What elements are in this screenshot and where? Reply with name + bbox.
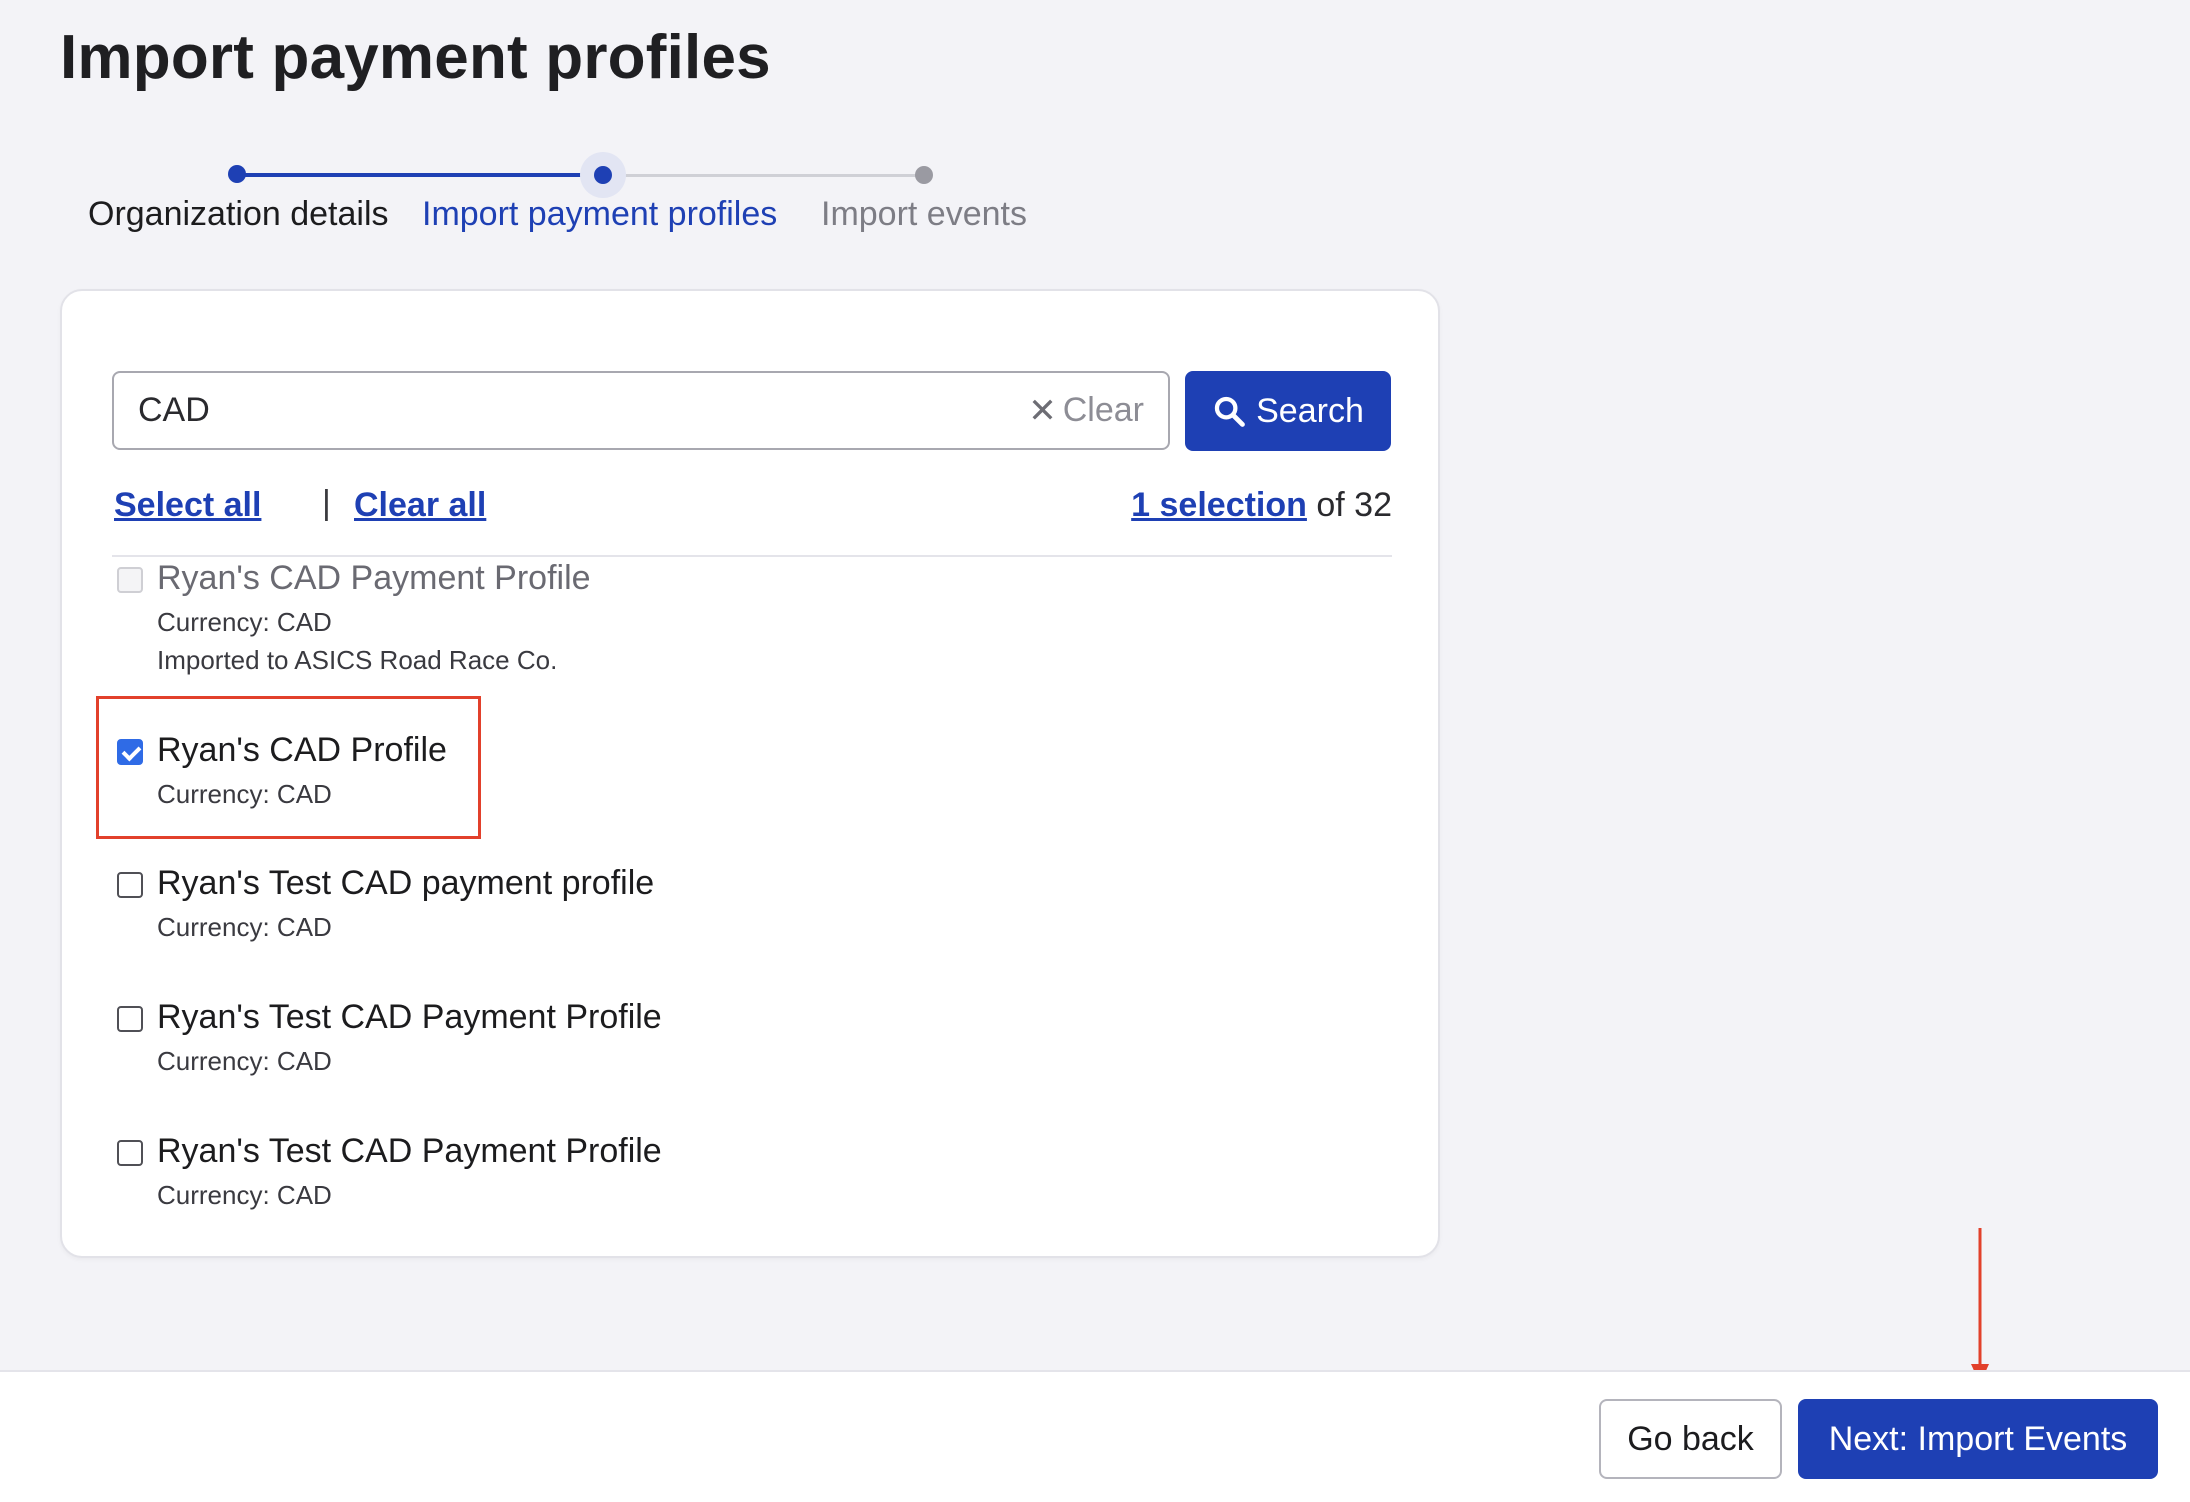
- search-button[interactable]: Search: [1185, 371, 1391, 451]
- profile-checkbox[interactable]: [117, 1140, 143, 1166]
- profile-checkbox[interactable]: [117, 1006, 143, 1032]
- search-clear-button[interactable]: ✕ Clear: [1028, 391, 1144, 431]
- step-label-import-payment-profiles: Import payment profiles: [422, 195, 778, 233]
- profile-name: Ryan's CAD Payment Profile: [157, 559, 591, 597]
- search-field[interactable]: CAD ✕ Clear: [112, 371, 1170, 450]
- stepper-line-upcoming: [603, 174, 925, 177]
- step-label-import-events: Import events: [821, 195, 1027, 233]
- step-label-organization-details: Organization details: [88, 195, 389, 233]
- step-dot-current: [594, 166, 612, 184]
- progress-stepper: Organization details Import payment prof…: [0, 150, 1100, 250]
- profile-currency: Currency: CAD: [157, 1046, 332, 1076]
- profile-name: Ryan's Test CAD Payment Profile: [157, 1132, 662, 1170]
- profile-currency: Currency: CAD: [157, 779, 332, 809]
- profile-name: Ryan's Test CAD Payment Profile: [157, 998, 662, 1036]
- profile-currency: Currency: CAD: [157, 1180, 332, 1210]
- profile-name: Ryan's CAD Profile: [157, 731, 447, 769]
- close-icon: ✕: [1028, 391, 1057, 430]
- toolbar-separator: |: [322, 484, 331, 522]
- list-divider: [112, 555, 1392, 557]
- step-dot-complete: [228, 165, 246, 183]
- profile-name: Ryan's Test CAD payment profile: [157, 864, 655, 902]
- profile-currency: Currency: CAD: [157, 607, 332, 637]
- clear-all-link[interactable]: Clear all: [354, 486, 486, 525]
- profile-import-note: Imported to ASICS Road Race Co.: [157, 645, 558, 675]
- selection-total: of 32: [1316, 486, 1392, 524]
- profile-checkbox[interactable]: [117, 872, 143, 898]
- profiles-card: CAD ✕ Clear Search Select all | Clear al…: [60, 289, 1440, 1258]
- selection-toolbar: Select all | Clear all 1 selection of 32: [112, 484, 1392, 536]
- next-import-events-button[interactable]: Next: Import Events: [1798, 1399, 2158, 1479]
- select-all-link[interactable]: Select all: [114, 486, 261, 525]
- go-back-button[interactable]: Go back: [1599, 1399, 1782, 1479]
- selection-link[interactable]: 1 selection: [1131, 486, 1307, 524]
- profile-currency: Currency: CAD: [157, 912, 332, 942]
- footer-bar: Go back Next: Import Events: [0, 1370, 2190, 1502]
- step-dot-upcoming: [915, 166, 933, 184]
- search-input[interactable]: CAD: [138, 391, 1028, 430]
- selection-count: 1 selection of 32: [1131, 486, 1392, 525]
- stepper-line-complete: [237, 173, 603, 177]
- profile-checkbox: [117, 567, 143, 593]
- profile-checkbox[interactable]: [117, 739, 143, 765]
- search-button-label: Search: [1256, 391, 1364, 430]
- search-clear-label: Clear: [1062, 391, 1144, 429]
- annotation-arrow-icon: [1971, 1228, 1989, 1384]
- page-title: Import payment profiles: [60, 23, 771, 92]
- search-icon: [1214, 396, 1245, 427]
